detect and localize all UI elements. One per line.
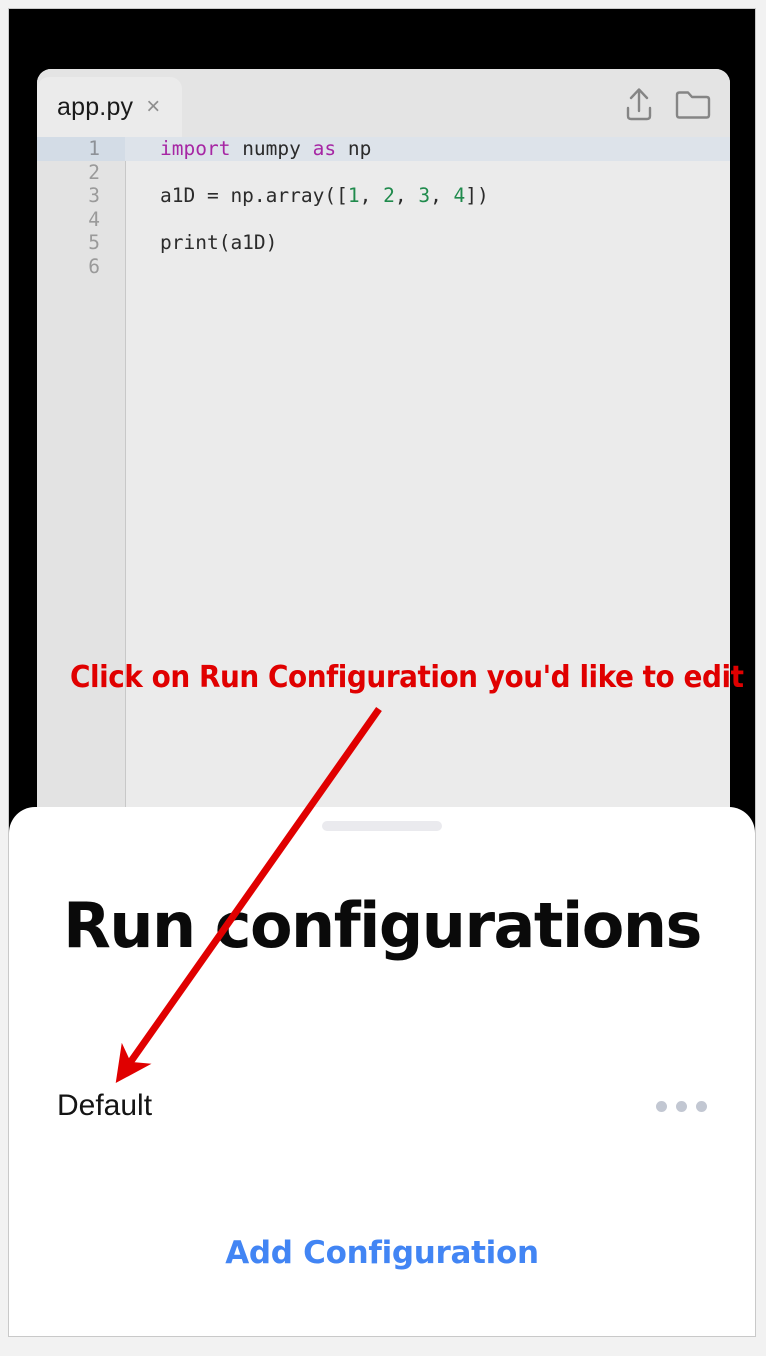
tab-app-py[interactable]: app.py ×	[37, 77, 183, 137]
annotation-text-label: Click on Run Configuration you'd like to…	[70, 660, 744, 695]
line-number: 3	[88, 184, 100, 207]
sheet-title: Run configurations	[63, 889, 702, 962]
dot	[696, 1100, 707, 1112]
add-configuration-button[interactable]: Add Configuration	[9, 1235, 755, 1271]
code-line[interactable]: 5 print(a1D)	[37, 231, 730, 255]
code-lines[interactable]: 1 import numpy as np 2 3 a1D = np.array([1, …	[37, 137, 730, 839]
code-line[interactable]: 4	[37, 208, 730, 232]
folder-icon[interactable]	[674, 87, 712, 126]
line-number: 1	[37, 137, 125, 161]
more-options-icon[interactable]	[656, 1100, 707, 1112]
editor-toolbar	[622, 85, 712, 128]
code-line[interactable]: 1 import numpy as np	[37, 137, 730, 161]
tab-label: app.py	[57, 92, 134, 121]
code-text: print(a1D)	[160, 231, 278, 254]
dot	[676, 1100, 687, 1112]
run-configurations-sheet: Run configurations Default Add Configura…	[9, 807, 755, 1336]
editor-tab-strip: app.py ×	[37, 69, 730, 137]
code-text: import numpy as np	[160, 137, 372, 160]
share-upload-icon[interactable]	[622, 85, 656, 128]
sheet-grab-handle[interactable]	[322, 821, 442, 831]
code-text: a1D = np.array([1, 2, 3, 4])	[160, 184, 489, 207]
code-area[interactable]: 1 import numpy as np 2 3 a1D = np.array([1, …	[37, 137, 730, 839]
line-number: 4	[88, 207, 100, 231]
code-editor-card: app.py × 1 import numpy as np 2 3 a1D = …	[37, 69, 730, 839]
annotation-text: Click on Run Configuration you'd like to…	[70, 658, 744, 698]
line-number: 6	[88, 254, 100, 278]
code-line[interactable]: 2	[37, 161, 730, 185]
line-number: 5	[88, 231, 100, 254]
run-configuration-name: Default	[57, 1089, 153, 1122]
line-number: 2	[88, 160, 100, 184]
close-icon[interactable]: ×	[146, 95, 160, 119]
run-configuration-item-default[interactable]: Default	[9, 1075, 755, 1137]
code-line[interactable]: 3 a1D = np.array([1, 2, 3, 4])	[37, 184, 730, 208]
code-line[interactable]: 6	[37, 255, 730, 279]
dot	[656, 1100, 667, 1112]
